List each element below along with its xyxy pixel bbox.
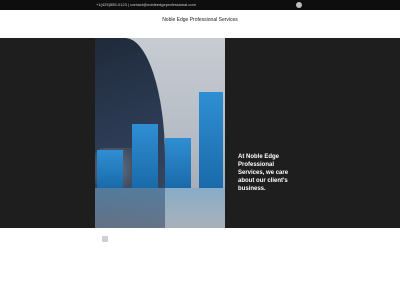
hero-image-bar	[132, 124, 158, 188]
hero-headline: At Noble Edge Professional Services, we …	[238, 154, 289, 192]
contact-info: +1(425)555-0123 | contact@nobleedgeprofe…	[96, 2, 196, 7]
hero-section: At Noble Edge Professional Services, we …	[0, 38, 400, 228]
hero-image-bar	[165, 138, 191, 188]
site-title[interactable]: Noble Edge Professional Services	[0, 17, 400, 23]
top-bar: +1(425)555-0123 | contact@nobleedgeprofe…	[0, 0, 400, 10]
hero-image	[95, 38, 225, 228]
hero-image-bar	[199, 92, 223, 188]
hero-image-bar	[97, 150, 123, 188]
search-icon[interactable]	[296, 2, 302, 8]
hero-image-reflection	[95, 188, 225, 228]
site-header: Noble Edge Professional Services Home Ab…	[0, 10, 400, 44]
image-icon	[102, 236, 108, 242]
